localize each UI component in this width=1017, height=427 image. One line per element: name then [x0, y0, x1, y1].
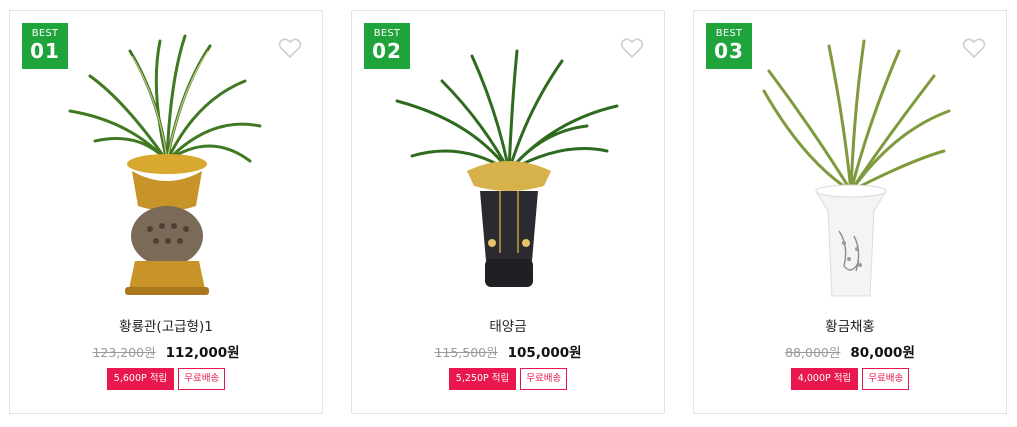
price-row: 88,000원 80,000원 — [694, 341, 1006, 361]
product-image[interactable] — [694, 31, 1008, 301]
wishlist-heart-icon[interactable] — [278, 37, 302, 59]
product-card[interactable]: BEST 03 황금채홍 88,000원 80,000원 4,000P 적립 무료배… — [693, 10, 1007, 414]
product-name[interactable]: 태양금 — [352, 315, 664, 335]
wishlist-heart-icon[interactable] — [620, 37, 644, 59]
original-price: 123,200원 — [92, 345, 156, 360]
points-badge: 4,000P 적립 — [790, 368, 859, 390]
free-shipping-badge: 무료배송 — [862, 368, 910, 390]
sale-price: 105,000원 — [507, 345, 582, 361]
wishlist-heart-icon[interactable] — [962, 37, 986, 59]
original-price: 115,500원 — [434, 345, 498, 360]
badge-rank: 02 — [372, 39, 402, 63]
product-card[interactable]: BEST 01 황룡관(고급형)1 123,200원 112,000원 5,600… — [9, 10, 323, 414]
product-name[interactable]: 황금채홍 — [694, 315, 1006, 335]
original-price: 88,000원 — [785, 345, 841, 360]
tag-row: 4,000P 적립 무료배송 — [694, 368, 1006, 390]
product-image[interactable] — [352, 31, 666, 301]
points-badge: 5,600P 적립 — [106, 368, 175, 390]
points-badge: 5,250P 적립 — [448, 368, 517, 390]
best-badge: BEST 01 — [22, 23, 68, 69]
product-name[interactable]: 황룡관(고급형)1 — [10, 315, 322, 335]
best-badge: BEST 02 — [364, 23, 410, 69]
tag-row: 5,600P 적립 무료배송 — [10, 368, 322, 390]
product-image[interactable] — [10, 31, 324, 301]
badge-label: BEST — [715, 28, 743, 39]
sale-price: 80,000원 — [850, 345, 915, 361]
badge-label: BEST — [31, 28, 59, 39]
badge-rank: 01 — [30, 39, 60, 63]
free-shipping-badge: 무료배송 — [178, 368, 226, 390]
tag-row: 5,250P 적립 무료배송 — [352, 368, 664, 390]
price-row: 123,200원 112,000원 — [10, 341, 322, 361]
product-card[interactable]: BEST 02 태양금 115,500원 105,000원 5,250P 적립 무료… — [351, 10, 665, 414]
sale-price: 112,000원 — [165, 345, 240, 361]
badge-label: BEST — [373, 28, 401, 39]
price-row: 115,500원 105,000원 — [352, 341, 664, 361]
free-shipping-badge: 무료배송 — [520, 368, 568, 390]
best-badge: BEST 03 — [706, 23, 752, 69]
badge-rank: 03 — [714, 39, 744, 63]
